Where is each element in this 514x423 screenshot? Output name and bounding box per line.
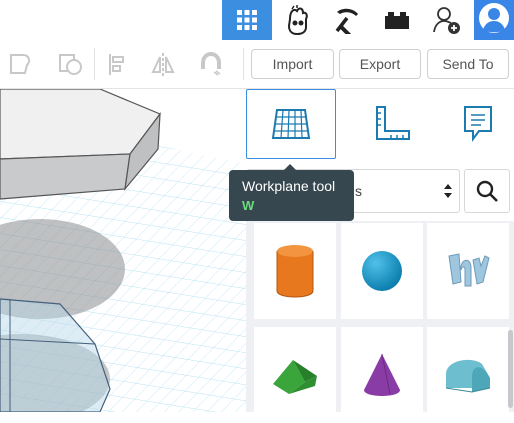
tinker-hand-button[interactable] (272, 0, 322, 40)
group-button[interactable] (5, 50, 35, 78)
cruise-button[interactable] (196, 50, 226, 78)
shape-category-value: s (355, 183, 362, 199)
notes-icon (464, 106, 492, 142)
workplane-viewport[interactable] (0, 89, 246, 412)
sphere-shape-icon (362, 251, 402, 291)
grid-view-button[interactable] (222, 0, 272, 40)
pickaxe-button[interactable] (322, 0, 372, 40)
avatar-icon (474, 0, 514, 40)
shape-sphere[interactable] (341, 223, 423, 319)
cruise-icon (201, 51, 221, 76)
shape-cylinder[interactable] (254, 223, 336, 319)
ruler-icon (376, 106, 410, 140)
cone-shape-icon (364, 353, 400, 396)
shape-half-cylinder[interactable] (427, 327, 509, 423)
shape-text-3d[interactable] (427, 223, 509, 319)
export-button[interactable]: Export (339, 49, 421, 79)
ruler-button[interactable] (346, 89, 436, 159)
mirror-icon (151, 53, 175, 76)
toolbar-divider (243, 48, 244, 80)
search-icon (476, 180, 498, 202)
workplane-tooltip: Workplane tool W (229, 170, 354, 221)
toolbar-divider (94, 48, 95, 80)
workplane-icon (271, 109, 311, 139)
bricks-button[interactable] (372, 0, 422, 40)
notes-button[interactable] (432, 89, 514, 159)
workplane-grid (0, 89, 246, 412)
cylinder-shape-icon (276, 245, 314, 298)
mirror-button[interactable] (148, 50, 178, 78)
pickaxe-icon (335, 8, 358, 34)
tooltip-title: Workplane tool (242, 178, 336, 194)
send-to-button[interactable]: Send To (427, 49, 509, 79)
select-arrows-icon (444, 184, 452, 198)
align-icon (109, 54, 124, 75)
panel-scrollbar[interactable] (508, 330, 513, 408)
half-cylinder-shape-icon (445, 359, 491, 393)
avatar[interactable] (474, 0, 514, 40)
top-bar (0, 0, 514, 40)
import-button[interactable]: Import (251, 49, 334, 79)
ungroup-icon (59, 54, 82, 75)
roof-shape-icon (273, 360, 317, 394)
bricks-icon (385, 12, 409, 29)
grid-view-icon (237, 10, 257, 30)
align-button[interactable] (103, 50, 133, 78)
group-icon (10, 54, 31, 74)
text-3d-shape-icon (448, 253, 490, 287)
search-button[interactable] (464, 169, 510, 213)
tooltip-shortcut: W (242, 198, 255, 213)
ungroup-button[interactable] (55, 50, 85, 78)
shape-cone[interactable] (341, 327, 423, 423)
add-user-button[interactable] (422, 0, 472, 40)
add-user-icon (433, 7, 460, 34)
shapes-panel: s (246, 89, 514, 423)
shape-roof[interactable] (254, 327, 336, 423)
workplane-tool-button[interactable] (246, 89, 336, 159)
shape-grid (246, 221, 514, 423)
tinker-hand-icon (287, 5, 308, 35)
